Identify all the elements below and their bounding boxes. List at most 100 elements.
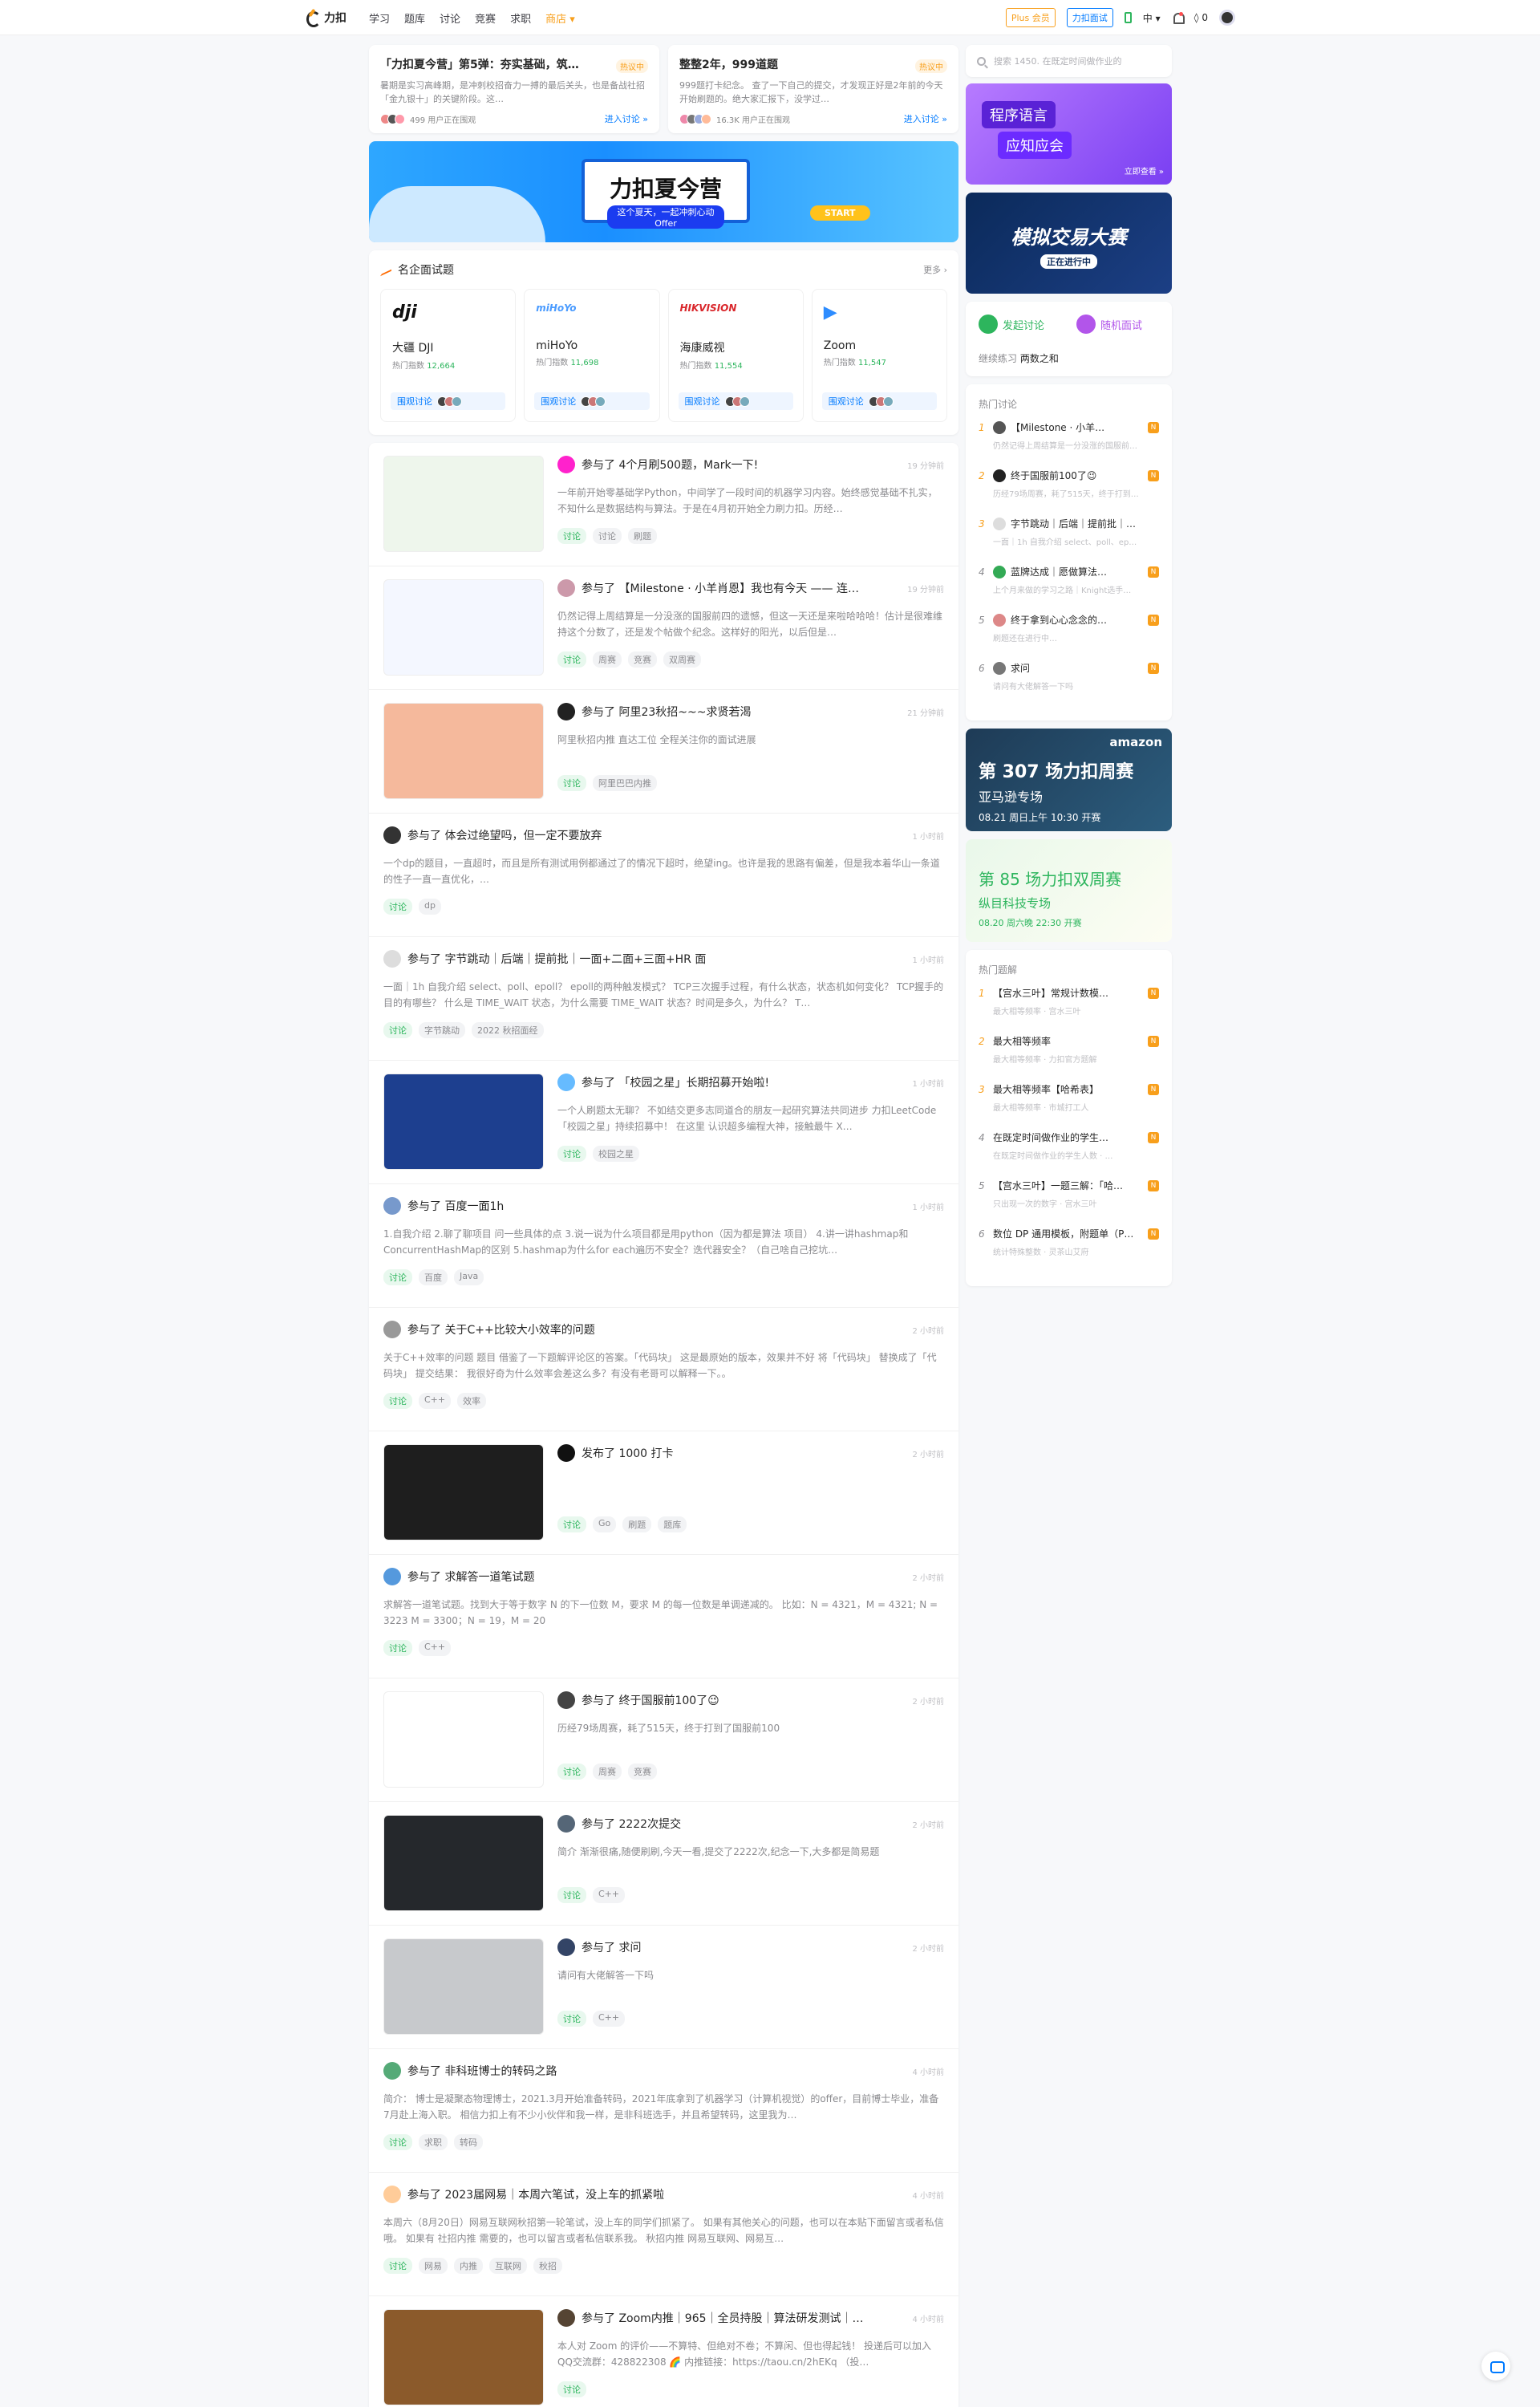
discussion-post[interactable]: 参与了 「校园之星」长期招募开始啦! 1 小时前 一个人刷题太无聊？ 不如结交更多志… bbox=[369, 1061, 958, 1184]
author-avatar[interactable] bbox=[557, 1444, 575, 1462]
topic-tag[interactable]: 阿里巴巴内推 bbox=[593, 775, 657, 791]
topic-tag[interactable]: dp bbox=[419, 899, 441, 915]
post-thumbnail[interactable] bbox=[383, 1691, 544, 1788]
topic-tag[interactable]: Java bbox=[454, 1269, 484, 1285]
hot-item-title[interactable]: 终于拿到心心念念的… bbox=[993, 613, 1137, 627]
topic-tag[interactable]: 周赛 bbox=[593, 1764, 622, 1780]
discussion-post[interactable]: 参与了 4个月刷500题，Mark一下! 19 分钟前 一年前开始零基础学Pytho… bbox=[369, 443, 958, 566]
hot-item-title[interactable]: 求问 bbox=[993, 661, 1137, 675]
discussion-post[interactable]: 参与了 求问 2 小时前 请问有大佬解答一下吗 讨论 C++ bbox=[369, 1926, 958, 2049]
author-avatar[interactable] bbox=[383, 2062, 401, 2080]
hot-item-title[interactable]: 最大相等频率 bbox=[993, 1034, 1137, 1048]
notification-bell-icon[interactable] bbox=[1172, 12, 1185, 24]
post-thumbnail[interactable] bbox=[383, 703, 544, 799]
post-title[interactable]: 阿里23秋招~~~求贤若渴 bbox=[618, 704, 751, 720]
user-avatar[interactable] bbox=[1219, 10, 1235, 26]
discussion-tag[interactable]: 讨论 bbox=[383, 1393, 412, 1409]
start-discussion-button[interactable]: 发起讨论 bbox=[979, 315, 1044, 334]
author-avatar[interactable] bbox=[557, 1691, 575, 1709]
hot-list-item[interactable]: 6 求问 请问有大佬解答一下吗 N bbox=[979, 661, 1159, 709]
points-display[interactable]: ◊ 0 bbox=[1194, 12, 1208, 23]
topic-tag[interactable]: C++ bbox=[593, 1887, 626, 1903]
trading-contest-banner[interactable]: 模拟交易大赛 正在进行中 bbox=[966, 193, 1172, 294]
topic-tag[interactable]: C++ bbox=[593, 2011, 626, 2027]
author-avatar[interactable] bbox=[383, 826, 401, 844]
discussion-post[interactable]: 参与了 非科班博士的转码之路 4 小时前 简介： 博士是凝聚态物理博士，2021.3… bbox=[369, 2049, 958, 2173]
discussion-tag[interactable]: 讨论 bbox=[557, 528, 586, 544]
company-card[interactable]: miHoYo miHoYo 热门指数 11,698 围观讨论 bbox=[524, 289, 660, 422]
discussion-tag[interactable]: 讨论 bbox=[383, 1022, 412, 1038]
author-avatar[interactable] bbox=[557, 2309, 575, 2327]
post-title[interactable]: 2023届网易｜本周六笔试，没上车的抓紧啦 bbox=[444, 2186, 664, 2202]
topic-tag[interactable]: C++ bbox=[419, 1640, 452, 1656]
topic-tag[interactable]: 题库 bbox=[658, 1516, 687, 1532]
discussion-tag[interactable]: 讨论 bbox=[557, 1146, 586, 1162]
author-avatar[interactable] bbox=[557, 1815, 575, 1833]
post-title[interactable]: 字节跳动｜后端｜提前批｜一面+二面+三面+HR 面 bbox=[444, 951, 706, 967]
featured-discussion-card[interactable]: 整整2年，999道题 热议中 999题打卡纪念。 查了一下自己的提交，才发现正好… bbox=[668, 45, 958, 133]
author-avatar[interactable] bbox=[383, 2186, 401, 2203]
post-thumbnail[interactable] bbox=[383, 1444, 544, 1540]
discussion-tag[interactable]: 讨论 bbox=[557, 775, 586, 791]
discussion-post[interactable]: 参与了 【Milestone · 小羊肖恩】我也有今天 —— 连… 19 分钟前仍… bbox=[369, 566, 958, 690]
hot-list-item[interactable]: 1 【Milestone · 小羊… 仍然记得上周结算是一分没涨的国服前… N bbox=[979, 420, 1159, 469]
topic-tag[interactable]: 网易 bbox=[419, 2258, 448, 2274]
discussion-post[interactable]: 参与了 终于国服前100了😉 2 小时前 历经79场周赛，耗了515天，终于打到了国… bbox=[369, 1678, 958, 1802]
post-thumbnail[interactable] bbox=[383, 1074, 544, 1170]
discussion-post[interactable]: 参与了 阿里23秋招~~~求贤若渴 21 分钟前 阿里秋招内推 直达工位 全程关注你… bbox=[369, 690, 958, 814]
discussion-post[interactable]: 参与了 字节跳动｜后端｜提前批｜一面+二面+三面+HR 面1 小时前 一面｜1h … bbox=[369, 937, 958, 1061]
topic-tag[interactable]: 效率 bbox=[457, 1393, 487, 1409]
topic-tag[interactable]: 内推 bbox=[454, 2258, 483, 2274]
topic-tag[interactable]: 周赛 bbox=[593, 651, 622, 668]
discussion-tag[interactable]: 讨论 bbox=[383, 2134, 412, 2150]
author-avatar[interactable] bbox=[383, 950, 401, 968]
post-thumbnail[interactable] bbox=[383, 2309, 544, 2405]
post-thumbnail[interactable] bbox=[383, 1938, 544, 2035]
topic-tag[interactable]: 刷题 bbox=[628, 528, 657, 544]
practice-problem[interactable]: 两数之和 bbox=[1020, 353, 1059, 364]
discussion-post[interactable]: 参与了 关于C++比较大小效率的问题 2 小时前 关于C++效率的问题 题目 借鉴了… bbox=[369, 1308, 958, 1431]
discussion-tag[interactable]: 讨论 bbox=[383, 1269, 412, 1285]
language-ad-banner[interactable]: 程序语言 应知应会 立即查看 » bbox=[966, 83, 1172, 185]
company-name[interactable]: 大疆 DJI bbox=[392, 339, 504, 355]
post-title[interactable]: 2222次提交 bbox=[618, 1816, 681, 1832]
company-card[interactable]: ▶ Zoom 热门指数 11,547 围观讨论 bbox=[811, 289, 947, 422]
hot-item-title[interactable]: 字节跳动｜后端｜提前批｜… bbox=[993, 517, 1137, 530]
topic-tag[interactable]: 互联网 bbox=[489, 2258, 527, 2274]
weekly-contest-banner[interactable]: amazon 第 307 场力扣周赛 亚马逊专场 08.21 周日上午 10:3… bbox=[966, 729, 1172, 831]
company-name[interactable]: Zoom bbox=[824, 339, 935, 352]
author-avatar[interactable] bbox=[383, 1197, 401, 1215]
discussion-post[interactable]: 参与了 2222次提交 2 小时前 简介 渐渐很痛,随便刷刷,今天一看,提交了222… bbox=[369, 1802, 958, 1926]
topic-tag[interactable]: 2022 秋招面经 bbox=[472, 1022, 544, 1038]
discussion-tag[interactable]: 讨论 bbox=[557, 1764, 586, 1780]
author-avatar[interactable] bbox=[557, 1074, 575, 1091]
nav-item[interactable]: 题库 bbox=[404, 10, 425, 26]
post-title[interactable]: 终于国服前100了😉 bbox=[618, 1692, 719, 1708]
banner-start-button[interactable]: START bbox=[810, 205, 870, 221]
hot-item-title[interactable]: 最大相等频率【哈希表】 bbox=[993, 1082, 1137, 1096]
hot-list-item[interactable]: 3 字节跳动｜后端｜提前批｜… 一面｜1h 自我介绍 select、poll、ep… bbox=[979, 517, 1159, 565]
search-box[interactable]: 搜索 1450. 在既定时间做作业的 bbox=[966, 45, 1172, 77]
topic-tag[interactable]: 转码 bbox=[454, 2134, 483, 2150]
feedback-chat-icon[interactable] bbox=[1481, 2352, 1510, 2381]
random-interview-button[interactable]: 随机面试 bbox=[1076, 315, 1142, 334]
view-discussion-button[interactable]: 围观讨论 bbox=[821, 392, 937, 410]
hot-item-title[interactable]: 【宫水三叶】常规计数模… bbox=[993, 986, 1137, 1000]
company-name[interactable]: miHoYo bbox=[536, 339, 647, 352]
discussion-post[interactable]: 参与了 2023届网易｜本周六笔试，没上车的抓紧啦 4 小时前 本周六（8月20日）… bbox=[369, 2173, 958, 2296]
discussion-tag[interactable]: 讨论 bbox=[557, 651, 586, 668]
plus-button[interactable]: Plus 会员 bbox=[1005, 8, 1056, 27]
nav-item[interactable]: 学习 bbox=[369, 10, 390, 26]
discussion-post[interactable]: 参与了 求解答一道笔试题 2 小时前 求解答一道笔试题。找到大于等于数字 N 的下一… bbox=[369, 1555, 958, 1678]
author-avatar[interactable] bbox=[383, 1321, 401, 1338]
post-title[interactable]: 求解答一道笔试题 bbox=[444, 1569, 534, 1585]
hot-list-item[interactable]: 3 最大相等频率【哈希表】 最大相等频率 · 市城打工人 N bbox=[979, 1082, 1159, 1130]
nav-item[interactable]: 竞赛 bbox=[475, 10, 496, 26]
hot-list-item[interactable]: 4 蓝牌达成｜愿做算法… 上个月来做的学习之路｜Knight选手… N bbox=[979, 565, 1159, 613]
discussion-post[interactable]: 参与了 百度一面1h 1 小时前 1.自我介绍 2.聊了聊项目 问一些具体的点 3.… bbox=[369, 1184, 958, 1308]
hot-list-item[interactable]: 1 【宫水三叶】常规计数模… 最大相等频率 · 宫水三叶 N bbox=[979, 986, 1159, 1034]
post-title[interactable]: 求问 bbox=[618, 1939, 641, 1955]
featured-discussion-card[interactable]: 「力扣夏今营」第5弹：夯实基础，筑… 热议中 暑期是实习高峰期，是冲刺校招奋力一… bbox=[369, 45, 659, 133]
enter-discussion-link[interactable]: 进入讨论 » bbox=[904, 112, 947, 125]
topic-tag[interactable]: Go bbox=[593, 1516, 617, 1532]
